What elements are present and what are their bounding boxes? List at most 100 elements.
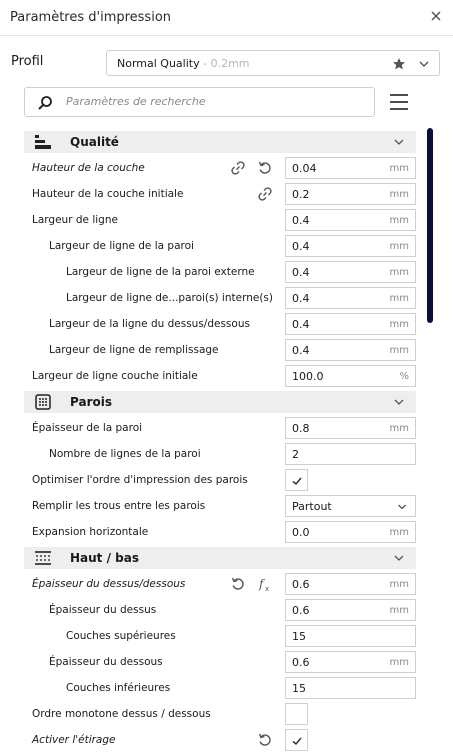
field-unit: mm [389, 189, 409, 200]
search-box[interactable]: Paramètres de recherche [24, 87, 375, 117]
profile-name: Normal Quality - 0.2mm [117, 57, 250, 70]
quality-icon [35, 135, 51, 149]
setting-label: Optimiser l'ordre d'impression des paroi… [32, 474, 248, 486]
field-value: Partout [292, 500, 332, 513]
close-icon[interactable] [428, 8, 444, 24]
setting-label: Épaisseur du dessus/dessous [32, 578, 186, 590]
setting-label: Largeur de ligne [32, 214, 118, 226]
field-unit: mm [389, 215, 409, 226]
chevron-down-icon [394, 555, 404, 561]
fill-gaps-dropdown[interactable]: Partout [285, 495, 416, 517]
reset-icon[interactable] [257, 732, 273, 748]
outer-wall-line-width-field[interactable]: 0.4 mm [285, 261, 416, 283]
field-value: 0.04 [292, 162, 317, 175]
setting-label: Largeur de ligne de...paroi(s) interne(s… [66, 292, 273, 304]
field-value: 0.4 [292, 214, 310, 227]
search-input[interactable]: Paramètres de recherche [66, 95, 206, 108]
setting-label: Largeur de ligne de la paroi externe [66, 266, 255, 278]
field-value: 0.6 [292, 604, 310, 617]
setting-label: Largeur de ligne de la paroi [49, 240, 194, 252]
field-value: 15 [292, 682, 306, 695]
field-value: 0.6 [292, 656, 310, 669]
field-unit: mm [389, 163, 409, 174]
wall-line-width-field[interactable]: 0.4 mm [285, 235, 416, 257]
link-icon[interactable] [230, 160, 246, 176]
horizontal-expansion-field[interactable]: 0.0 mm [285, 521, 416, 543]
topbottom-thickness-field[interactable]: 0.6 mm [285, 573, 416, 595]
infill-line-width-field[interactable]: 0.4 mm [285, 339, 416, 361]
section-quality-header[interactable]: Qualité [24, 131, 416, 153]
reset-icon[interactable] [257, 160, 273, 176]
wall-thickness-field[interactable]: 0.8 mm [285, 417, 416, 439]
initial-layer-line-width-field[interactable]: 100.0 % [285, 365, 416, 387]
section-title: Haut / bas [70, 551, 139, 565]
enable-ironing-checkbox[interactable] [285, 729, 308, 751]
setting-label: Remplir les trous entre les parois [32, 500, 206, 512]
initial-layer-height-field[interactable]: 0.2 mm [285, 183, 416, 205]
chevron-down-icon [419, 61, 429, 67]
link-icon[interactable] [257, 186, 273, 202]
field-unit: % [399, 371, 409, 382]
line-width-field[interactable]: 0.4 mm [285, 209, 416, 231]
window-title: Paramètres d'impression [10, 10, 172, 25]
field-value: 0.6 [292, 578, 310, 591]
setting-label: Épaisseur du dessous [49, 656, 163, 668]
chevron-down-icon [394, 139, 404, 145]
setting-label: Couches inférieures [66, 682, 171, 694]
layer-height-field[interactable]: 0.04 mm [285, 157, 416, 179]
field-value: 0.4 [292, 240, 310, 253]
wall-line-count-field[interactable]: 2 [285, 443, 416, 465]
field-unit: mm [389, 293, 409, 304]
bottom-thickness-field[interactable]: 0.6 mm [285, 651, 416, 673]
section-topbottom-header[interactable]: Haut / bas [24, 547, 416, 569]
topbottom-icon [35, 551, 51, 565]
monotonic-topbottom-checkbox[interactable] [285, 703, 308, 725]
setting-label: Activer l'étirage [32, 734, 116, 746]
menu-icon[interactable] [388, 92, 410, 112]
top-layers-field[interactable]: 15 [285, 625, 416, 647]
field-value: 100.0 [292, 370, 324, 383]
check-icon [292, 477, 302, 486]
chevron-down-icon [398, 504, 406, 510]
field-value: 2 [292, 448, 299, 461]
field-unit: mm [389, 345, 409, 356]
title-bar: Paramètres d'impression [0, 0, 453, 36]
top-thickness-field[interactable]: 0.6 mm [285, 599, 416, 621]
profile-label: Profil [11, 54, 44, 69]
field-value: 0.4 [292, 292, 310, 305]
field-unit: mm [389, 423, 409, 434]
inner-wall-line-width-field[interactable]: 0.4 mm [285, 287, 416, 309]
field-unit: mm [389, 605, 409, 616]
field-unit: mm [389, 527, 409, 538]
setting-label: Hauteur de la couche initiale [32, 188, 184, 200]
topbottom-line-width-field[interactable]: 0.4 mm [285, 313, 416, 335]
field-unit: mm [389, 267, 409, 278]
setting-label: Ordre monotone dessus / dessous [32, 708, 211, 720]
field-value: 0.8 [292, 422, 310, 435]
profile-dropdown[interactable]: Normal Quality - 0.2mm [106, 50, 440, 76]
setting-label: Épaisseur du dessus [49, 604, 157, 616]
setting-label: Largeur de la ligne du dessus/dessous [49, 318, 250, 330]
setting-label: Largeur de ligne couche initiale [32, 370, 198, 382]
setting-label: Expansion horizontale [32, 526, 149, 538]
field-value: 0.4 [292, 344, 310, 357]
field-value: 0.4 [292, 266, 310, 279]
svg-text:x: x [265, 585, 269, 592]
field-unit: mm [389, 657, 409, 668]
section-title: Qualité [70, 135, 119, 149]
setting-label: Largeur de ligne de remplissage [49, 344, 219, 356]
scrollbar-thumb[interactable] [427, 128, 433, 323]
field-value: 0.2 [292, 188, 310, 201]
field-unit: mm [389, 319, 409, 330]
walls-icon [35, 394, 51, 410]
field-value: 15 [292, 630, 306, 643]
field-value: 0.4 [292, 318, 310, 331]
star-icon[interactable] [392, 57, 406, 71]
section-walls-header[interactable]: Parois [24, 391, 416, 413]
reset-icon[interactable] [230, 576, 246, 592]
bottom-layers-field[interactable]: 15 [285, 677, 416, 699]
field-unit: mm [389, 579, 409, 590]
function-icon[interactable]: f x [257, 576, 273, 592]
optimize-wall-order-checkbox[interactable] [285, 469, 308, 491]
chevron-down-icon [394, 399, 404, 405]
